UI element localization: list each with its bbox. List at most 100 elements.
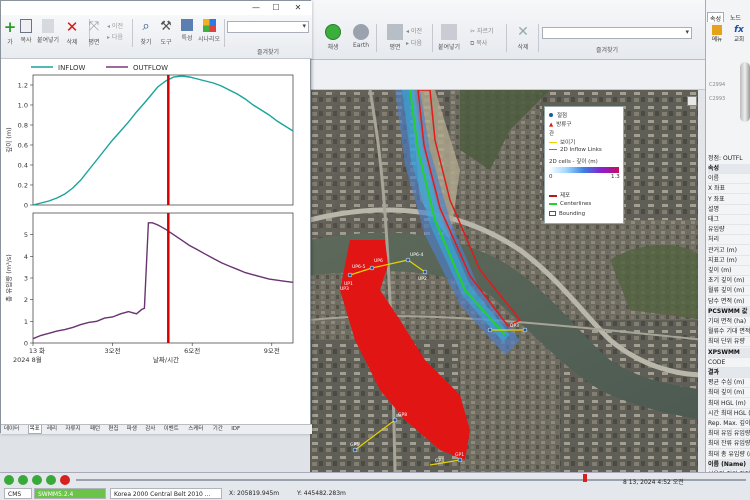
map-canvas[interactable]: UP6-5 UP6 UP6-4 UP2 UP3 UP1 GP8 GP5 GP4 …	[310, 90, 705, 472]
map-node-label[interactable]: UP2	[418, 276, 427, 282]
toolbar-separator	[506, 24, 507, 52]
map-node-label[interactable]: DP3	[510, 323, 519, 329]
map-node-label[interactable]: GP4	[435, 458, 444, 464]
map-header-strip	[310, 60, 705, 90]
graph-tab[interactable]: 레리	[46, 425, 58, 434]
property-row[interactable]: 시간 최대 HGL (m)	[708, 409, 750, 419]
property-row[interactable]: 처리	[708, 235, 750, 246]
x-tick-label: 13	[29, 347, 37, 355]
map-node-label[interactable]: GP8	[398, 412, 407, 418]
levee-icon	[549, 194, 557, 197]
graph-canvas[interactable]: INFLOW OUTFLOW 00.20.40.60.81.01.2깊이 (m) …	[1, 59, 312, 423]
favorites-dropdown[interactable]	[227, 21, 309, 33]
graph-tab[interactable]: IDF	[230, 425, 241, 434]
graph-tab[interactable]: 자류지	[64, 425, 81, 434]
graph-tab[interactable]: 패턴	[89, 425, 101, 434]
map-zoom-button[interactable]	[687, 96, 697, 106]
graph-tab[interactable]: 목표	[27, 425, 42, 434]
step-forward-button[interactable]	[46, 475, 56, 485]
timeline-marker[interactable]	[583, 474, 587, 482]
property-row[interactable]: CODE	[708, 358, 750, 368]
play-button[interactable]: 채생	[318, 24, 348, 54]
property-row[interactable]: 지표고 (m)	[708, 256, 750, 266]
projection-field[interactable]: Korea 2000 Central Belt 2010 ...	[110, 488, 222, 499]
property-row[interactable]: 초기 깊이 (m)	[708, 276, 750, 287]
next-button[interactable]: ▸ 다음	[107, 32, 123, 41]
earth-button[interactable]: Earth	[346, 24, 376, 54]
x-tick-label: 9오전	[264, 346, 280, 355]
x-tick-sublabel: 2024 8월	[13, 355, 42, 364]
formula-icon: fx	[734, 25, 744, 35]
property-row[interactable]: 월류수 기대 면적	[708, 327, 750, 338]
delete-button[interactable]: ✕ 삭제	[508, 24, 538, 54]
plane-button[interactable]: ⤧ 평면	[79, 19, 109, 49]
play-button[interactable]	[32, 475, 42, 485]
favorites-dropdown[interactable]	[542, 27, 692, 39]
graph-tab[interactable]: 스케터	[187, 425, 204, 434]
graph-tab[interactable]: 감사	[144, 425, 156, 434]
graph-tab[interactable]: 기간	[212, 425, 224, 434]
property-row[interactable]: Rep. Max. 깊이	[708, 419, 750, 429]
map-node-label[interactable]: GP5	[350, 442, 359, 448]
x-axis-label: 날짜/시간	[153, 355, 179, 364]
prev-button[interactable]: ◂ 이전	[107, 21, 123, 30]
rewind-button[interactable]	[4, 475, 14, 485]
units-field[interactable]: CMS	[4, 488, 32, 499]
property-row[interactable]: 최대 유입 유입량	[708, 429, 750, 440]
property-row[interactable]: 태그	[708, 215, 750, 225]
graph-tab[interactable]: 파생	[126, 425, 138, 434]
step-back-button[interactable]	[18, 475, 28, 485]
map-node-label[interactable]: UP6-5	[352, 264, 365, 270]
map-node-label[interactable]: GP1	[455, 452, 464, 458]
map-node-label[interactable]: UP6-4	[410, 252, 423, 258]
map-node-label[interactable]: UP1	[344, 281, 353, 287]
property-row[interactable]: 최대 HGL (m)	[708, 399, 750, 409]
legend-item: ▲ 방류구	[549, 122, 572, 128]
depth-chart[interactable]: 0 0.2 0.4 0.6 0.8 1.0 1.2 깊이 (m)	[4, 74, 294, 210]
paste-button[interactable]: 붙여넣기	[434, 24, 464, 54]
graph-tab[interactable]: 이벤트	[163, 425, 180, 434]
graph-window[interactable]: — ☐ ✕ + 가 복사 붙여넣기 ✕ 삭제 ⤧ 평면 ◂ 이전 ▸ 다음 ⌕	[0, 0, 312, 434]
paste-icon	[42, 19, 54, 33]
menu-button[interactable]: 메뉴	[709, 25, 725, 43]
property-row[interactable]: Y 좌표	[708, 195, 750, 205]
tab-properties[interactable]: 속성	[707, 12, 725, 23]
property-row[interactable]: 최대 단위 유량	[708, 337, 750, 348]
inflow-chart[interactable]: 0 1 2 3 4 5 총 유입량 (m³/s) 132024 8월화 3오전 6오전 9오전날짜/…	[4, 212, 294, 364]
cut-button[interactable]: ✂ 자르기	[470, 26, 494, 35]
y-tick-label: 5	[24, 231, 28, 239]
graph-tab[interactable]: 편집	[107, 425, 119, 434]
property-row[interactable]: 이름	[708, 174, 750, 185]
stop-button[interactable]	[60, 475, 70, 485]
property-row[interactable]: 설명	[708, 205, 750, 215]
bounding-icon	[549, 211, 556, 216]
property-row[interactable]: 담수 면적 (m)	[708, 297, 750, 307]
property-row[interactable]: 최대 잔류 유입량	[708, 439, 750, 450]
property-row[interactable]: 최대 깊이 (m)	[708, 388, 750, 399]
engine-field[interactable]: SWMM5.2.4	[34, 488, 106, 499]
property-row[interactable]: 기대 면적 (ha)	[708, 317, 750, 327]
map-view[interactable]: UP6-5 UP6 UP6-4 UP2 UP3 UP1 GP8 GP5 GP4 …	[310, 90, 705, 472]
property-row[interactable]: 유입량	[708, 225, 750, 236]
property-row[interactable]: 월류 깊이 (m)	[708, 286, 750, 297]
scenario-button[interactable]: 시나리오	[194, 19, 224, 49]
property-row[interactable]: 깊이 (m)	[708, 266, 750, 276]
copy-button[interactable]: ⧉ 복사	[470, 38, 487, 48]
property-row[interactable]: 관거고 (m)	[708, 246, 750, 256]
graph-tab[interactable]: 데이터	[3, 425, 20, 434]
maximize-button[interactable]: ☐	[269, 2, 283, 13]
formula-button[interactable]: fx 교회	[730, 25, 748, 43]
tab-nodes[interactable]: 노드	[728, 12, 743, 22]
node-title: 정점: OUTFL	[708, 155, 743, 162]
delete-icon: ✕	[65, 18, 79, 36]
cross-section-id: C2993	[709, 96, 726, 102]
property-row[interactable]: 평균 수심 (m)	[708, 378, 750, 389]
property-row[interactable]: X 좌표	[708, 184, 750, 195]
prev-button[interactable]: ◂ 이전	[406, 26, 422, 35]
graph-window-titlebar[interactable]: — ☐ ✕	[1, 1, 312, 15]
close-button[interactable]: ✕	[291, 2, 305, 13]
minimize-button[interactable]: —	[249, 2, 263, 13]
map-node-label[interactable]: UP6	[374, 258, 383, 264]
property-row[interactable]: 최대 총 유입량 (m	[708, 450, 750, 460]
next-button[interactable]: ▸ 다음	[406, 38, 422, 47]
